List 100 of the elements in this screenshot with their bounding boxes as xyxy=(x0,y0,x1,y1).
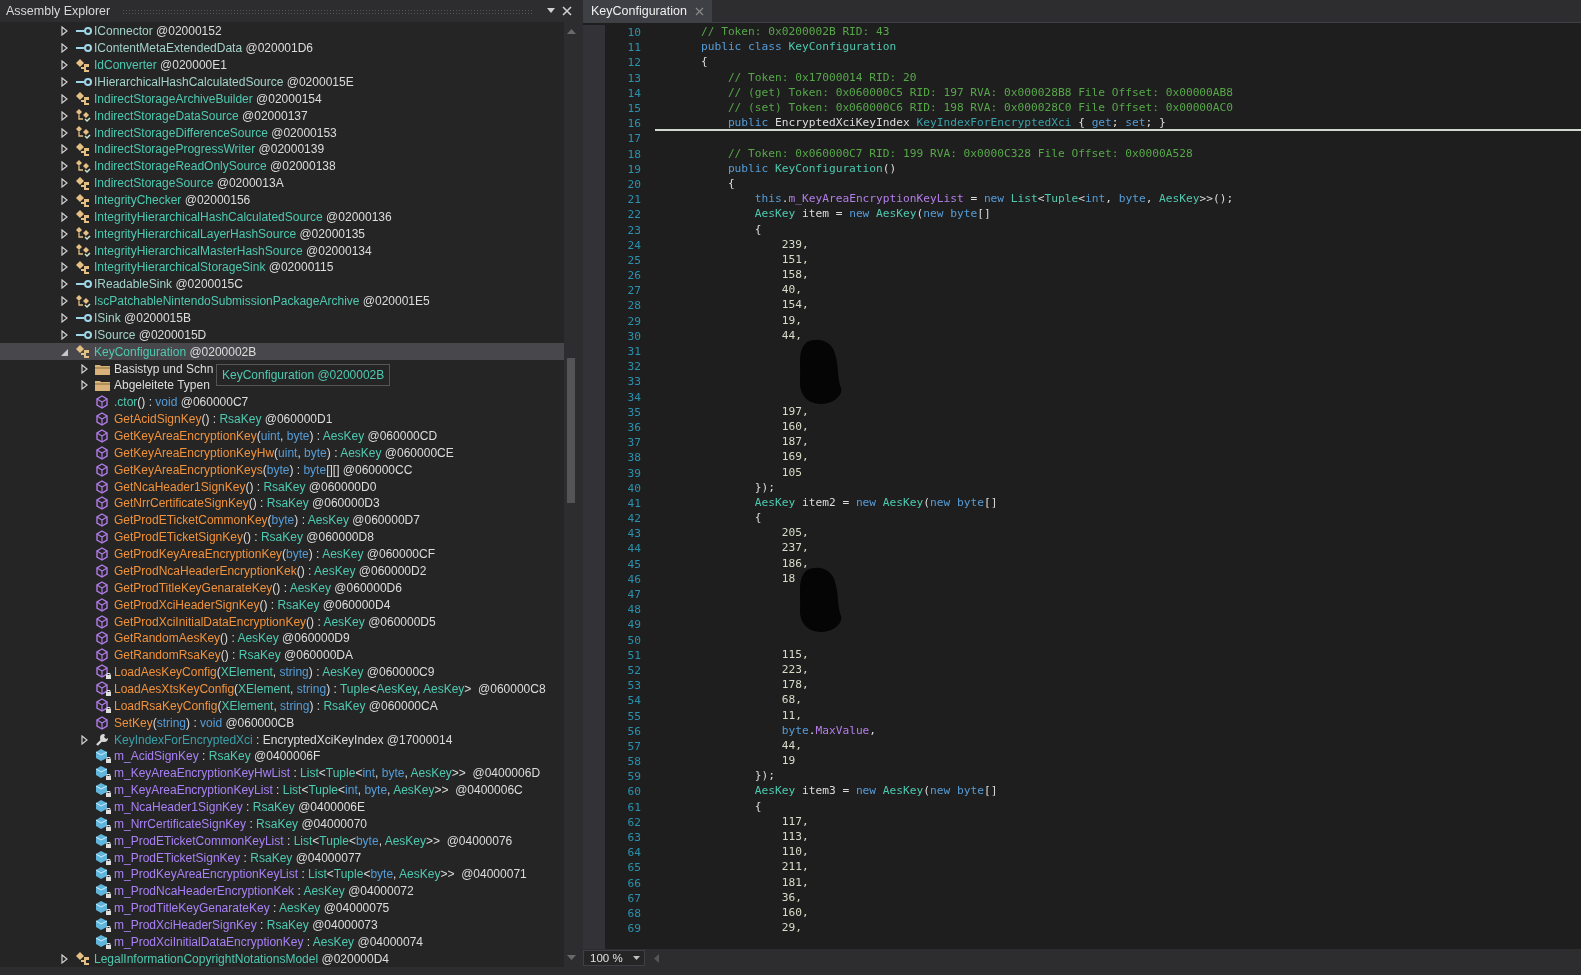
tree-item[interactable]: KeyIndexForEncryptedXci : EncryptedXciKeyIndex @17000014 xyxy=(0,731,457,748)
tree-item[interactable]: GetProdETicketSignKey() : RsaKey @060000D8 xyxy=(0,528,378,546)
expander-icon[interactable] xyxy=(60,279,69,290)
private-field-icon xyxy=(95,832,112,849)
tree-item[interactable]: GetProdTitleKeyGenarateKey() : AesKey @060000D6 xyxy=(0,579,406,597)
expander-icon[interactable] xyxy=(80,363,89,374)
tree-item[interactable]: m_ProdXciHeaderSignKey : RsaKey @04000073 xyxy=(0,916,382,934)
tree-item[interactable]: IConnector @02000152 xyxy=(0,23,226,40)
dropdown-icon[interactable] xyxy=(546,8,556,14)
wrench-icon xyxy=(95,732,110,747)
scrollbar-thumb[interactable] xyxy=(567,358,575,503)
expander-icon[interactable] xyxy=(60,161,69,172)
tree-item[interactable]: m_ProdKeyAreaEncryptionKeyList : List<Tuple<byte, AesKey>> @04000071 xyxy=(0,865,531,883)
expander-icon[interactable] xyxy=(60,195,69,205)
tree-item[interactable]: IntegrityHierarchicalHashCalculatedSource @02000136 xyxy=(0,208,396,226)
expander-icon[interactable] xyxy=(80,734,89,745)
expander-icon[interactable] xyxy=(60,228,69,239)
tree-item[interactable]: IntegrityHierarchicalLayerHashSource @02000135 xyxy=(0,225,369,243)
tree-item[interactable]: GetKeyAreaEncryptionKey(uint, byte) : AesKey @060000CD xyxy=(0,427,442,445)
expander-icon[interactable] xyxy=(60,144,69,155)
tree-item[interactable]: GetKeyAreaEncryptionKeys(byte) : byte[][] @060000CC xyxy=(0,461,417,479)
tree-item[interactable]: Basistyp und Schn xyxy=(0,360,218,378)
tree-item[interactable]: IntegrityHierarchicalStorageSink @02000115 xyxy=(0,259,338,276)
tree-item[interactable]: m_ProdETicketCommonKeyList : List<Tuple<byte, AesKey>> @04000076 xyxy=(0,832,517,850)
tree-item[interactable]: m_ProdETicketSignKey : RsaKey @04000077 xyxy=(0,849,366,866)
tree-item-label: IndirectStorageProgressWriter @02000139 xyxy=(94,142,325,157)
expander-icon[interactable] xyxy=(60,211,69,222)
tree-item[interactable]: LoadRsaKeyConfig(XElement, string) : RsaKey @060000CA xyxy=(0,697,442,715)
expander-icon[interactable] xyxy=(60,26,69,37)
scroll-down-icon[interactable] xyxy=(566,955,576,961)
tree-item[interactable]: ISource @0200015D xyxy=(0,326,211,344)
expander-icon[interactable] xyxy=(60,60,69,71)
tree-item[interactable]: m_ProdXciInitialDataEncryptionKey : AesKey @04000074 xyxy=(0,933,428,951)
expander-icon[interactable] xyxy=(60,329,69,340)
tree-item[interactable]: GetProdETicketCommonKey(byte) : AesKey @060000D7 xyxy=(0,511,424,529)
tree-item[interactable]: IntegrityHierarchicalMasterHashSource @02000134 xyxy=(0,242,376,260)
tree-item[interactable]: IndirectStorageDataSource @02000137 xyxy=(0,107,312,125)
tree-item[interactable]: IndirectStorageArchiveBuilder @02000154 xyxy=(0,90,326,108)
zoom-dropdown[interactable]: 100 % xyxy=(583,950,645,966)
tree-item[interactable]: GetProdNcaHeaderEncryptionKek() : AesKey @060000D2 xyxy=(0,562,431,580)
expander-icon[interactable] xyxy=(60,953,69,964)
tree-item[interactable]: GetKeyAreaEncryptionKeyHw(uint, byte) : AesKey @060000CE xyxy=(0,444,458,462)
expander-icon[interactable] xyxy=(60,77,69,87)
scroll-up-icon[interactable] xyxy=(566,28,576,34)
tree-item[interactable]: Abgeleitete Typen xyxy=(0,377,214,394)
expander-icon[interactable] xyxy=(60,178,69,189)
tree-item[interactable]: SetKey(string) : void @060000CB xyxy=(0,714,299,732)
tree-item[interactable]: GetAcidSignKey() : RsaKey @060000D1 xyxy=(0,410,337,428)
tree-item-label: GetNcaHeader1SignKey() : RsaKey @060000D0 xyxy=(114,479,377,494)
tree-item[interactable]: GetNcaHeader1SignKey() : RsaKey @060000D0 xyxy=(0,478,381,496)
tree-item-label: GetRandomRsaKey() : RsaKey @060000DA xyxy=(114,648,353,663)
expander-icon[interactable] xyxy=(60,245,69,256)
tree-item[interactable]: GetNrrCertificateSignKey() : RsaKey @060000D3 xyxy=(0,495,384,512)
code-line: 44, xyxy=(780,328,802,342)
expander-icon[interactable] xyxy=(60,93,69,104)
private-field-icon xyxy=(95,748,112,765)
tree-item[interactable]: LoadAesKeyConfig(XElement, string) : AesKey @060000C9 xyxy=(0,663,439,681)
line-number: 16 xyxy=(626,117,642,131)
tree-item[interactable]: IntegrityChecker @02000156 xyxy=(0,191,255,209)
expander-icon[interactable] xyxy=(60,296,69,307)
tree-item-label: m_ProdXciInitialDataEncryptionKey : AesKey @04000074 xyxy=(114,934,424,949)
tree-item[interactable]: LegalInformationCopyrightNotationsModel @020000D4 xyxy=(0,950,394,967)
tree-item[interactable]: m_ProdNcaHeaderEncryptionKek : AesKey @04000072 xyxy=(0,882,418,900)
expander-icon[interactable] xyxy=(60,262,69,273)
line-number: 54 xyxy=(626,694,642,708)
tree-item[interactable]: GetRandomAesKey() : AesKey @060000D9 xyxy=(0,629,354,647)
expander-icon[interactable] xyxy=(80,380,89,391)
expander-icon[interactable] xyxy=(60,43,69,54)
code-line: // Token: 0x17000014 RID: 20 xyxy=(726,70,917,84)
tree-item[interactable]: m_AcidSignKey : RsaKey @0400006F xyxy=(0,747,325,765)
tree-item[interactable]: IndirectStorageReadOnlySource @02000138 xyxy=(0,157,340,175)
expander-icon[interactable] xyxy=(60,127,69,138)
close-icon[interactable] xyxy=(562,6,572,16)
line-number: 10 xyxy=(626,26,642,40)
line-number: 62 xyxy=(626,815,642,829)
tree-item[interactable]: .ctor() : void @060000C7 xyxy=(0,393,253,411)
tree-item[interactable]: IReadableSink @0200015C xyxy=(0,275,247,293)
tree-item[interactable]: GetProdXciHeaderSignKey() : RsaKey @060000D4 xyxy=(0,596,395,614)
tree-item[interactable]: IndirectStorageProgressWriter @02000139 xyxy=(0,141,329,158)
tree-item[interactable]: m_KeyAreaEncryptionKeyList : List<Tuple<int, byte, AesKey>> @0400006C xyxy=(0,781,527,799)
document-tab[interactable]: KeyConfiguration xyxy=(583,0,712,22)
expander-icon[interactable] xyxy=(60,313,69,324)
expander-icon[interactable] xyxy=(60,110,69,121)
tree-item[interactable]: IndirectStorageDifferenceSource @02000153 xyxy=(0,124,341,141)
tree-item[interactable]: m_ProdTitleKeyGenarateKey : AesKey @04000075 xyxy=(0,899,394,917)
tree-item[interactable]: IscPatchableNintendoSubmissionPackageArchive @020001E5 xyxy=(0,292,434,310)
tree-item[interactable]: IdConverter @020000E1 xyxy=(0,56,231,74)
tree-item[interactable]: IHierarchicalHashCalculatedSource @0200015E xyxy=(0,73,358,91)
tree-item[interactable]: GetRandomRsaKey() : RsaKey @060000DA xyxy=(0,646,357,664)
tree-item[interactable]: m_NrrCertificateSignKey : RsaKey @04000070 xyxy=(0,815,371,833)
tree-item[interactable]: m_KeyAreaEncryptionKeyHwList : List<Tuple<int, byte, AesKey>> @0400006D xyxy=(0,764,545,782)
tree-item[interactable]: KeyConfiguration @0200002B xyxy=(0,343,564,361)
tree-item[interactable]: LoadAesXtsKeyConfig(XElement, string) : Tuple<AesKey, AesKey> @060000C8 xyxy=(0,680,550,698)
tree-item[interactable]: ISink @0200015B xyxy=(0,309,195,327)
tree-item[interactable]: GetProdXciInitialDataEncryptionKey() : AesKey @060000D5 xyxy=(0,613,440,630)
tree-item[interactable]: m_NcaHeader1SignKey : RsaKey @0400006E xyxy=(0,798,370,816)
tree-item[interactable]: GetProdKeyAreaEncryptionKey(byte) : AesKey @060000CF xyxy=(0,545,440,563)
tree-item[interactable]: IndirectStorageSource @0200013A xyxy=(0,174,288,192)
tree-item-label: IntegrityHierarchicalHashCalculatedSource @02000136 xyxy=(94,209,392,224)
tree-item[interactable]: IContentMetaExtendedData @020001D6 xyxy=(0,39,317,57)
